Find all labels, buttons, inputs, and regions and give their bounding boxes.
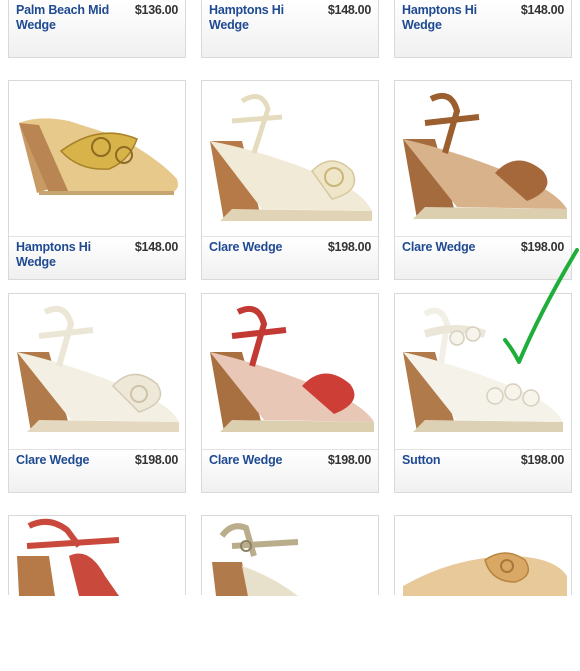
product-image[interactable]: [202, 516, 378, 671]
checkmark-annotation-icon: [503, 248, 579, 364]
product-image[interactable]: [9, 81, 185, 236]
product-name-link[interactable]: Clare Wedge: [16, 453, 126, 468]
product-price: $148.00: [327, 3, 371, 17]
product-price: $198.00: [327, 240, 371, 254]
product-image[interactable]: [9, 516, 185, 671]
product-price: $136.00: [134, 3, 178, 17]
product-name-link[interactable]: Hamptons Hi Wedge: [402, 3, 512, 33]
product-name-link[interactable]: Hamptons Hi Wedge: [16, 240, 126, 270]
product-price: $198.00: [134, 453, 178, 467]
product-image[interactable]: [395, 516, 571, 671]
product-image[interactable]: [202, 294, 378, 449]
product-card[interactable]: Hamptons Hi Wedge $148.00: [201, 0, 379, 58]
product-image[interactable]: [9, 294, 185, 449]
product-name-link[interactable]: Hamptons Hi Wedge: [209, 3, 319, 33]
product-card[interactable]: Palm Beach Mid Wedge $136.00: [8, 0, 186, 58]
product-image[interactable]: [202, 81, 378, 236]
product-price: $198.00: [520, 453, 564, 467]
product-card[interactable]: Hamptons Hi Wedge $148.00: [394, 0, 572, 58]
product-name-link[interactable]: Sutton: [402, 453, 512, 468]
product-name-link[interactable]: Clare Wedge: [209, 240, 319, 255]
product-price: $198.00: [327, 453, 371, 467]
product-name-link[interactable]: Palm Beach Mid Wedge: [16, 3, 126, 33]
product-price: $148.00: [134, 240, 178, 254]
product-card[interactable]: Hamptons Hi Wedge $148.00: [8, 80, 186, 280]
product-image[interactable]: [395, 81, 571, 236]
product-card[interactable]: Clare Wedge $198.00: [8, 293, 186, 493]
product-card[interactable]: [8, 515, 186, 671]
product-card[interactable]: [201, 515, 379, 671]
product-name-link[interactable]: Clare Wedge: [209, 453, 319, 468]
product-price: $148.00: [520, 3, 564, 17]
product-card[interactable]: Clare Wedge $198.00: [201, 293, 379, 493]
product-card[interactable]: Clare Wedge $198.00: [201, 80, 379, 280]
product-card[interactable]: [394, 515, 572, 671]
